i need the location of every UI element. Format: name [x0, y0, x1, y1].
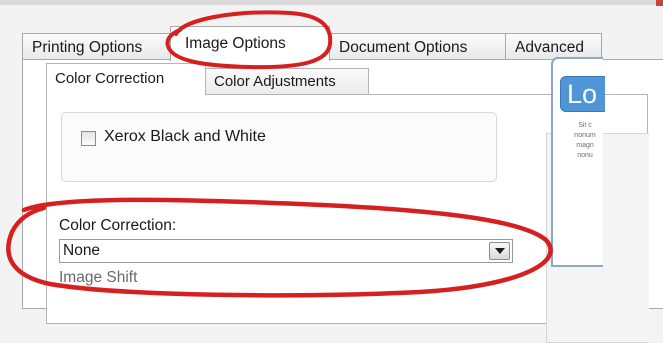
color-correction-label: Color Correction:	[59, 217, 177, 234]
subtab-color-correction[interactable]: Color Correction	[46, 63, 206, 95]
tab-image-options[interactable]: Image Options	[170, 26, 330, 61]
preview-text-line: magn	[576, 142, 594, 149]
preview-text-line: nonu	[577, 152, 593, 159]
window-corner-accent	[656, 0, 663, 6]
chevron-down-icon	[495, 248, 505, 254]
xerox-black-and-white-label[interactable]: Xerox Black and White	[104, 128, 266, 146]
image-shift-label: Image Shift	[59, 269, 138, 286]
tab-advanced[interactable]: Advanced	[505, 33, 602, 60]
color-correction-value: None	[63, 242, 101, 259]
preview-body-text: Sit c nonum magn nonu	[566, 121, 604, 161]
color-correction-select[interactable]: None	[59, 239, 513, 263]
preview-text-line: Sit c	[578, 122, 592, 129]
xerox-black-and-white-checkbox[interactable]	[81, 131, 96, 146]
window-top-edge	[0, 0, 663, 5]
preview-logo: Lo	[560, 76, 605, 112]
black-and-white-group: Xerox Black and White	[61, 112, 497, 182]
preview-text-line: nonum	[574, 132, 596, 139]
subtab-color-adjustments[interactable]: Color Adjustments	[205, 68, 369, 94]
tab-printing-options[interactable]: Printing Options	[22, 33, 171, 60]
dropdown-button[interactable]	[489, 242, 510, 260]
document-preview: Lo Sit c nonum magn nonu	[551, 57, 605, 267]
tab-document-options[interactable]: Document Options	[329, 33, 506, 60]
